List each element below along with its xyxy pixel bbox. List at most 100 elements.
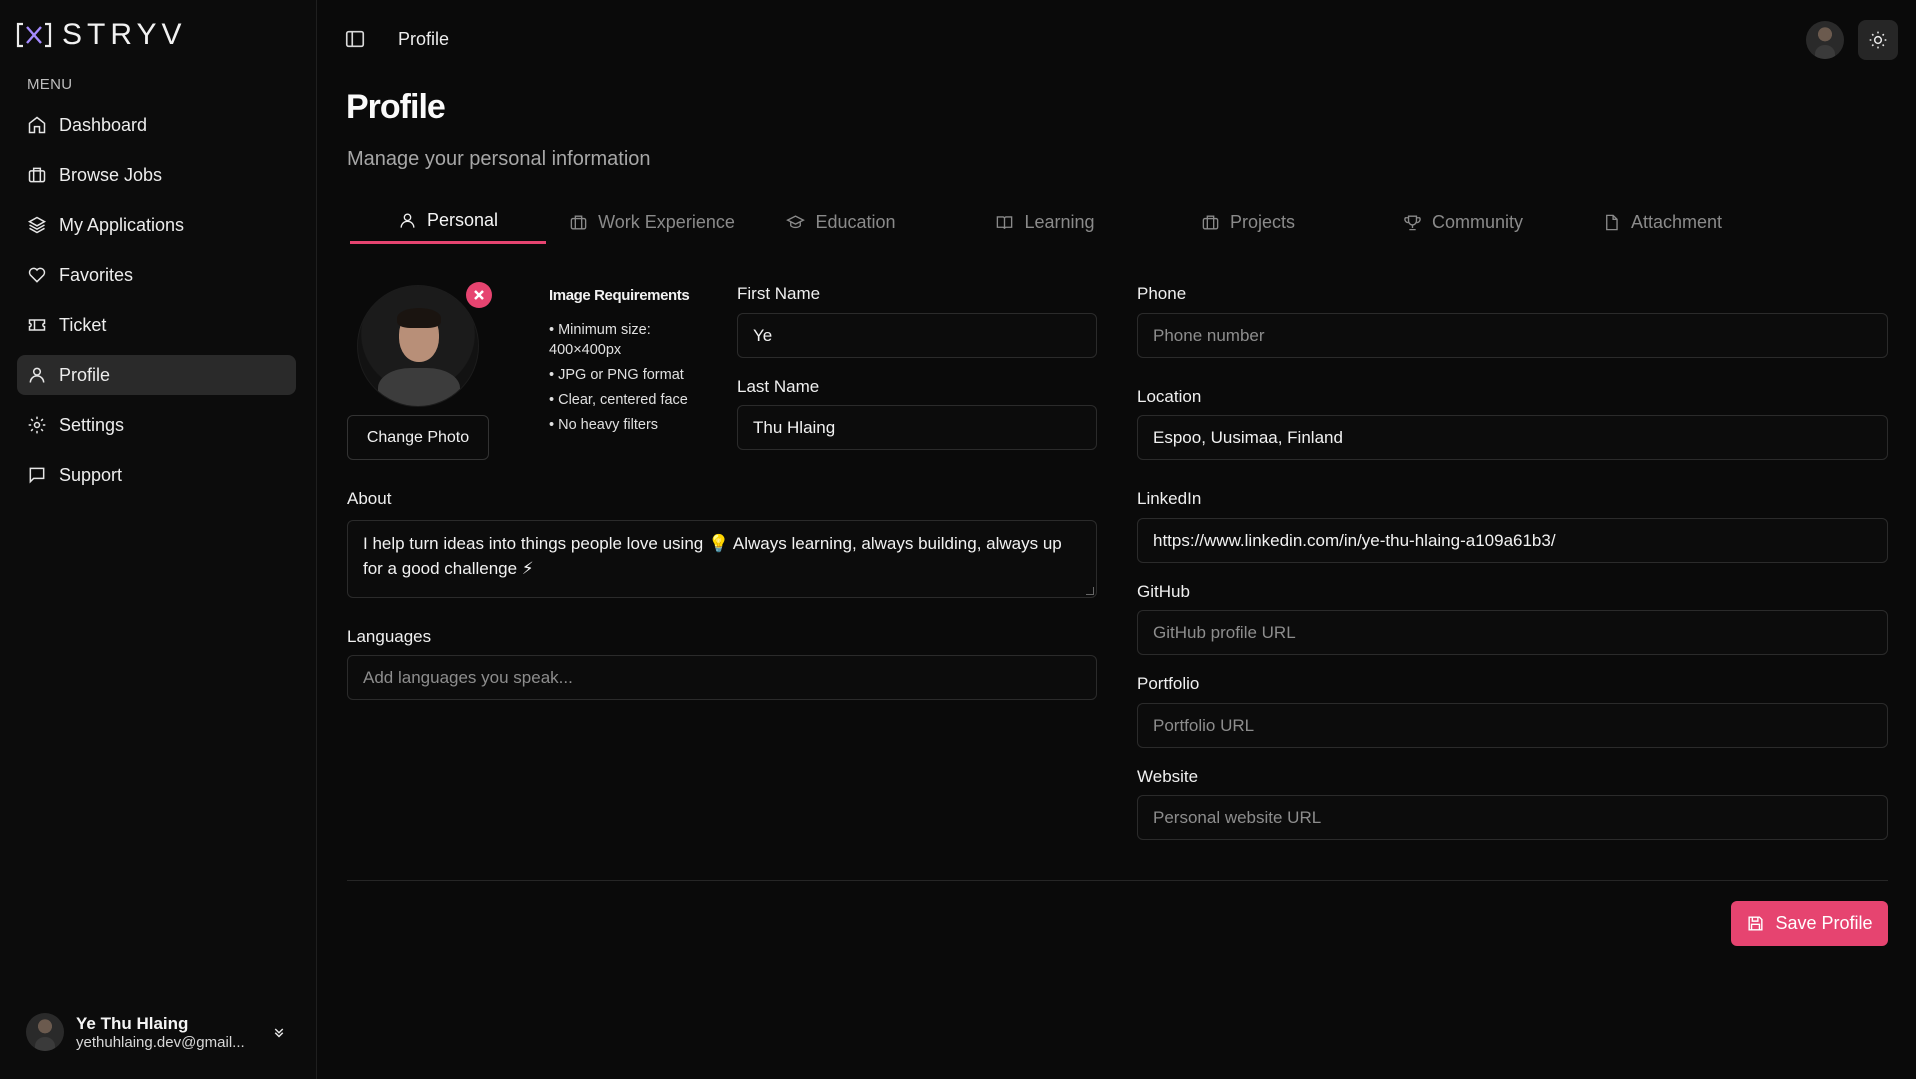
linkedin-field[interactable]: https://www.linkedin.com/in/ye-thu-hlain… [1137, 518, 1888, 563]
tab-personal[interactable]: Personal [350, 200, 546, 244]
tab-label: Projects [1229, 211, 1296, 232]
sidebar-item-label: Favorites [59, 264, 134, 285]
tab-education[interactable]: Education [770, 200, 912, 244]
theme-toggle-button[interactable] [1858, 20, 1898, 60]
sidebar-item-label: Ticket [59, 314, 107, 335]
tab-community[interactable]: Community [1383, 200, 1543, 244]
sidebar-item-label: Profile [59, 364, 111, 385]
tab-label: Attachment [1630, 211, 1723, 232]
gear-icon [28, 416, 46, 434]
tab-label: Learning [1024, 211, 1095, 232]
tab-projects[interactable]: Projects [1179, 200, 1317, 244]
sidebar-item-dashboard[interactable]: Dashboard [17, 105, 296, 145]
divider [347, 880, 1888, 881]
about-label: About [347, 489, 392, 508]
user-icon [400, 213, 415, 228]
last-name-field[interactable]: Thu Hlaing [737, 405, 1097, 450]
chevrons-up-down-icon [274, 1028, 284, 1038]
sidebar-item-support[interactable]: Support [17, 455, 296, 495]
graduation-cap-icon [786, 214, 806, 228]
home-icon [28, 116, 46, 134]
breadcrumb: Profile [398, 29, 450, 49]
list-item: • No heavy filters [549, 417, 659, 433]
linkedin-label: LinkedIn [1137, 489, 1202, 508]
sidebar-item-label: Browse Jobs [59, 164, 163, 185]
user-info: Ye Thu Hlaing yethuhlaing.dev@gmail... [76, 1014, 258, 1051]
brand-name: STRYV [62, 18, 187, 51]
sidebar-item-settings[interactable]: Settings [17, 405, 296, 445]
briefcase-icon [1202, 214, 1219, 230]
save-label: Save Profile [1775, 913, 1873, 933]
book-icon [997, 215, 1013, 229]
requirements-list: • Minimum size: 400×400px • JPG or PNG f… [549, 320, 709, 435]
logo-mark-icon [16, 22, 52, 48]
phone-field[interactable]: Phone number [1137, 313, 1888, 358]
profile-photo [357, 285, 479, 407]
change-photo-button[interactable]: Change Photo [347, 415, 489, 460]
sidebar-item-label: Support [59, 464, 123, 485]
sidebar-item-my-applications[interactable]: My Applications [17, 205, 296, 245]
location-label: Location [1137, 387, 1202, 406]
sun-icon [1869, 31, 1887, 49]
languages-input[interactable]: Add languages you speak... [347, 655, 1097, 700]
user-icon [29, 367, 45, 383]
user-name: Ye Thu Hlaing [76, 1013, 189, 1033]
user-menu[interactable]: Ye Thu Hlaing yethuhlaing.dev@gmail... [26, 1010, 288, 1054]
portfolio-field[interactable]: Portfolio URL [1137, 703, 1888, 748]
github-label: GitHub [1137, 582, 1190, 601]
briefcase-icon [28, 167, 46, 183]
layers-icon [27, 216, 47, 234]
image-requirements-title: Image Requirements [549, 287, 690, 304]
website-field[interactable]: Personal website URL [1137, 795, 1888, 840]
sidebar-item-browse-jobs[interactable]: Browse Jobs [17, 155, 296, 195]
heart-icon [28, 267, 46, 283]
sidebar-item-favorites[interactable]: Favorites [17, 255, 296, 295]
about-textarea[interactable]: I help turn ideas into things people lov… [347, 520, 1097, 598]
sidebar-nav: Dashboard Browse Jobs My Applications Fa… [17, 105, 296, 505]
tab-work-experience[interactable]: Work Experience [562, 200, 742, 244]
panel-left-icon [345, 30, 365, 48]
first-name-field[interactable]: Ye [737, 313, 1097, 358]
website-label: Website [1137, 767, 1199, 786]
sidebar-item-label: Dashboard [59, 114, 148, 135]
sidebar-toggle-button[interactable] [344, 28, 368, 52]
header-avatar[interactable] [1806, 21, 1844, 59]
briefcase-icon [570, 214, 587, 230]
brand-logo[interactable]: STRYV [16, 18, 186, 52]
user-email: yethuhlaing.dev@gmail... [76, 1033, 245, 1051]
menu-label: MENU [27, 76, 73, 93]
sidebar-item-ticket[interactable]: Ticket [17, 305, 296, 345]
trophy-icon [1404, 214, 1421, 230]
sidebar-item-label: My Applications [59, 214, 185, 235]
tab-attachment[interactable]: Attachment [1587, 200, 1737, 244]
list-item: • Clear, centered face [549, 392, 688, 408]
save-profile-button[interactable]: Save Profile [1731, 901, 1888, 946]
tab-label: Work Experience [598, 211, 735, 232]
close-icon [474, 290, 484, 300]
resize-handle[interactable] [1086, 587, 1094, 595]
file-icon [1606, 214, 1618, 230]
remove-photo-button[interactable] [466, 282, 492, 308]
phone-label: Phone [1137, 284, 1187, 303]
first-name-label: First Name [737, 284, 821, 303]
portfolio-label: Portfolio [1137, 674, 1200, 693]
image-requirements: Image Requirements • Minimum size: 400×4… [549, 287, 709, 440]
tab-label: Education [815, 211, 896, 232]
last-name-label: Last Name [737, 377, 820, 396]
avatar [26, 1013, 64, 1051]
sidebar-item-label: Settings [59, 414, 125, 435]
save-icon [1748, 916, 1764, 931]
profile-tabs: Personal Work Experience Education Learn… [350, 200, 1890, 244]
ticket-icon [28, 319, 46, 331]
tab-label: Personal [426, 210, 499, 230]
location-field[interactable]: Espoo, Uusimaa, Finland [1137, 415, 1888, 460]
sidebar: STRYV MENU Dashboard Browse Jobs My Appl… [0, 0, 317, 1079]
app-root: STRYV MENU Dashboard Browse Jobs My Appl… [0, 0, 1916, 1079]
about-text: I help turn ideas into things people lov… [363, 534, 1062, 578]
list-item: • Minimum size: 400×400px [549, 322, 651, 358]
tab-label: Community [1431, 211, 1524, 232]
tab-learning[interactable]: Learning [975, 200, 1115, 244]
github-field[interactable]: GitHub profile URL [1137, 610, 1888, 655]
languages-label: Languages [347, 627, 432, 646]
sidebar-item-profile[interactable]: Profile [17, 355, 296, 395]
